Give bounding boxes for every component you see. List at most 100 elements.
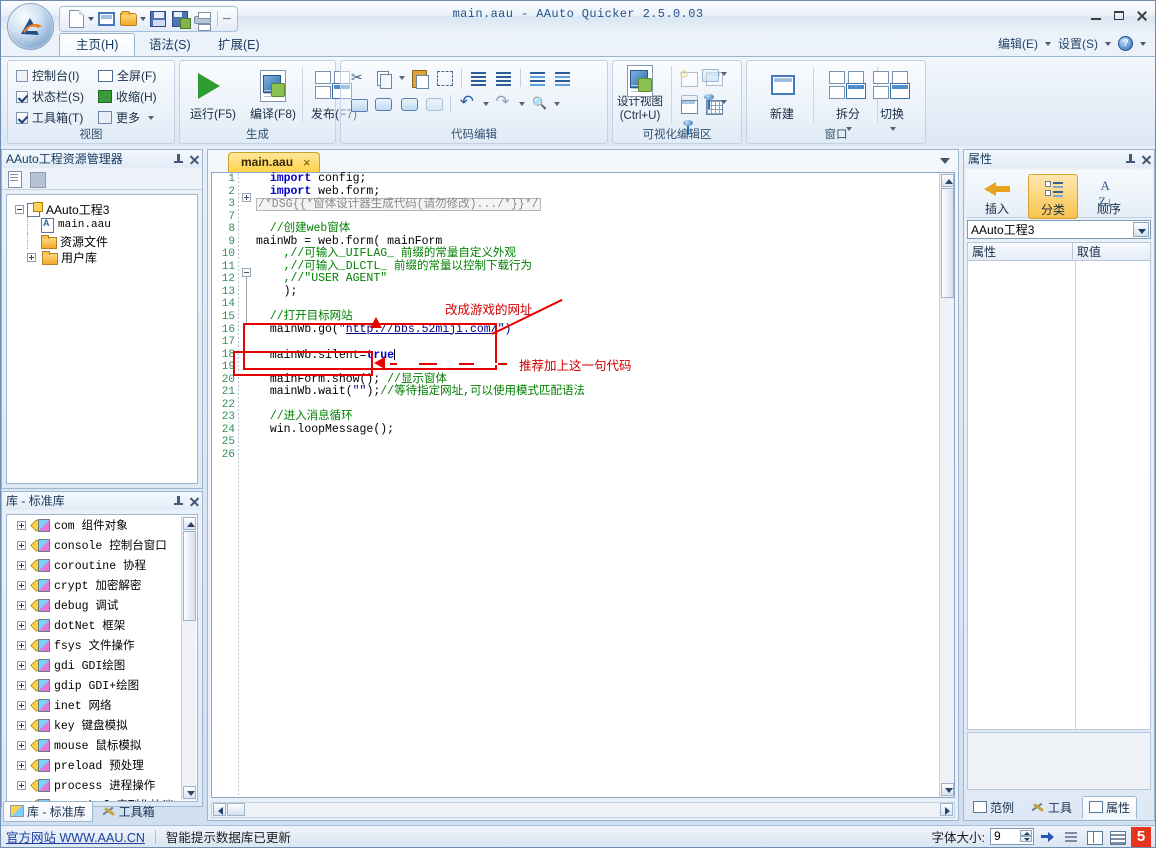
document-tab-menu-icon[interactable] xyxy=(940,158,950,164)
library-item[interactable]: crypt 加密解密 xyxy=(7,575,180,595)
library-item[interactable]: mouse 鼠标模拟 xyxy=(7,735,180,755)
comment-button[interactable] xyxy=(551,67,573,89)
fold-expander-designer-icon[interactable] xyxy=(242,193,251,202)
compile-button[interactable]: 编译(F8) xyxy=(242,67,304,121)
document-tab-close-icon[interactable]: × xyxy=(303,153,311,172)
new-window-button[interactable]: 新建 xyxy=(751,67,813,121)
expander-plus-icon[interactable] xyxy=(17,581,26,590)
official-website-link[interactable]: 官方网站 WWW.AAU.CN xyxy=(6,827,145,846)
library-item[interactable]: com 组件对象 xyxy=(7,515,180,535)
minimize-button[interactable] xyxy=(1089,9,1103,23)
qat-more-button[interactable]: ─ xyxy=(223,13,231,25)
library-item[interactable]: key 键盘模拟 xyxy=(7,715,180,735)
close-icon[interactable] xyxy=(190,155,199,164)
stack-caret-icon[interactable] xyxy=(721,72,727,76)
expander-plus-icon[interactable] xyxy=(17,641,26,650)
block-prev-button[interactable] xyxy=(398,93,420,115)
new-window-button[interactable] xyxy=(96,9,116,29)
library-item[interactable]: debug 调试 xyxy=(7,595,180,615)
switch-button[interactable]: 切换 xyxy=(861,67,923,135)
expander-minus-icon[interactable] xyxy=(15,205,24,214)
undo-caret-icon[interactable] xyxy=(483,102,489,106)
library-item[interactable]: gdi GDI绘图 xyxy=(7,655,180,675)
paragraph-icon[interactable] xyxy=(1108,829,1126,845)
pin2-button[interactable] xyxy=(698,91,720,113)
design-view-button[interactable]: 设计视图 (Ctrl+U) xyxy=(609,65,671,123)
properties-insert-button[interactable]: 插入 xyxy=(972,174,1022,217)
expander-plus-icon[interactable] xyxy=(17,601,26,610)
editor-scroll-down-button[interactable] xyxy=(941,783,954,796)
pin2-caret-icon[interactable] xyxy=(721,100,727,104)
fold-margin[interactable] xyxy=(240,173,254,797)
undo-button[interactable] xyxy=(457,93,479,115)
new-file-button[interactable] xyxy=(66,9,86,29)
menu-settings-caret-icon[interactable] xyxy=(1105,42,1111,46)
tree-node-resources[interactable]: 资源文件 xyxy=(7,233,197,249)
library-scrollbar[interactable] xyxy=(181,516,196,800)
tab-extension[interactable]: 扩展(E) xyxy=(201,33,277,57)
help-icon[interactable]: ? xyxy=(1118,36,1133,51)
library-item[interactable]: inet 网络 xyxy=(7,695,180,715)
select-all-button[interactable] xyxy=(433,67,455,89)
redo-caret-icon[interactable] xyxy=(519,102,525,106)
dock-tab-library[interactable]: 库 - 标准库 xyxy=(3,801,93,822)
tree-node-project[interactable]: AAuto工程3 xyxy=(7,201,197,217)
toolbox-checkbox-icon[interactable] xyxy=(16,112,28,124)
check-statusbar[interactable]: 状态栏(S) xyxy=(16,86,84,107)
library-item[interactable]: coroutine 协程 xyxy=(7,555,180,575)
library-item[interactable]: gdip GDI+绘图 xyxy=(7,675,180,695)
properties-grid[interactable] xyxy=(967,261,1151,730)
code-line[interactable]: import web.form; xyxy=(256,186,938,199)
tab-tools[interactable]: 工具 xyxy=(1024,796,1079,819)
properties-object-selector[interactable]: AAuto工程3 xyxy=(967,220,1151,239)
expander-plus-icon[interactable] xyxy=(17,701,26,710)
help-caret-icon[interactable] xyxy=(1140,42,1146,46)
properties-sort-button[interactable]: AZ↓ 顺序 xyxy=(1084,174,1134,217)
library-scroll-up-button[interactable] xyxy=(183,517,196,530)
button-fullscreen[interactable]: 全屏(F) xyxy=(98,65,157,86)
book-icon[interactable] xyxy=(1085,829,1103,845)
library-item[interactable]: fsys 文件操作 xyxy=(7,635,180,655)
find-caret-icon[interactable] xyxy=(554,102,560,106)
tree-node-userlib[interactable]: 用户库 xyxy=(7,249,197,265)
editor-hscroll-thumb[interactable] xyxy=(227,803,245,816)
maximize-button[interactable] xyxy=(1112,9,1126,23)
expander-plus-icon[interactable] xyxy=(17,541,26,550)
library-pin-icon[interactable] xyxy=(174,496,183,507)
expander-plus-icon[interactable] xyxy=(17,661,26,670)
font-size-spinner-buttons[interactable] xyxy=(1020,830,1032,843)
screen-button[interactable] xyxy=(677,95,699,117)
library-item[interactable]: console 控制台窗口 xyxy=(7,535,180,555)
project-tree[interactable]: AAuto工程3 main.aau 资源文件 用户库 xyxy=(6,194,198,484)
find-button[interactable] xyxy=(528,93,550,115)
editor-scrollbar-horizontal[interactable] xyxy=(211,802,955,818)
save-all-button[interactable] xyxy=(170,9,190,29)
chevron-down-icon[interactable] xyxy=(1133,222,1149,237)
code-line[interactable] xyxy=(256,298,938,311)
align-button[interactable] xyxy=(526,67,548,89)
properties-close-icon[interactable] xyxy=(1142,155,1151,164)
code-line[interactable]: mainWb.wait("");//等待指定网址,可以使用模式匹配语法 xyxy=(256,386,938,399)
expander-plus-icon[interactable] xyxy=(17,761,26,770)
expander-plus-icon[interactable] xyxy=(17,781,26,790)
expander-plus-icon[interactable] xyxy=(17,521,26,530)
properties-categorize-button[interactable]: 分类 xyxy=(1028,174,1078,219)
code-line[interactable] xyxy=(256,399,938,412)
tab-home[interactable]: 主页(H) xyxy=(59,33,135,57)
tab-syntax[interactable]: 语法(S) xyxy=(132,33,208,57)
library-item[interactable]: process 进程操作 xyxy=(7,775,180,795)
expander-plus-icon[interactable] xyxy=(17,681,26,690)
outdent-button[interactable] xyxy=(492,67,514,89)
save-icon[interactable] xyxy=(28,170,46,188)
open-file-button[interactable] xyxy=(118,9,138,29)
tree-node-main-aau[interactable]: main.aau xyxy=(7,217,197,233)
code-line[interactable] xyxy=(256,449,938,462)
copy-caret-icon[interactable] xyxy=(399,76,405,80)
library-scroll-down-button[interactable] xyxy=(183,786,196,799)
library-scroll-thumb[interactable] xyxy=(183,531,196,621)
expander-plus-icon[interactable] xyxy=(17,721,26,730)
expander-plus-icon[interactable] xyxy=(27,253,36,262)
code-editor[interactable]: 1237891011121314151617181920212223242526… xyxy=(211,172,955,798)
print-button[interactable] xyxy=(192,9,212,29)
editor-scroll-thumb[interactable] xyxy=(941,188,954,298)
